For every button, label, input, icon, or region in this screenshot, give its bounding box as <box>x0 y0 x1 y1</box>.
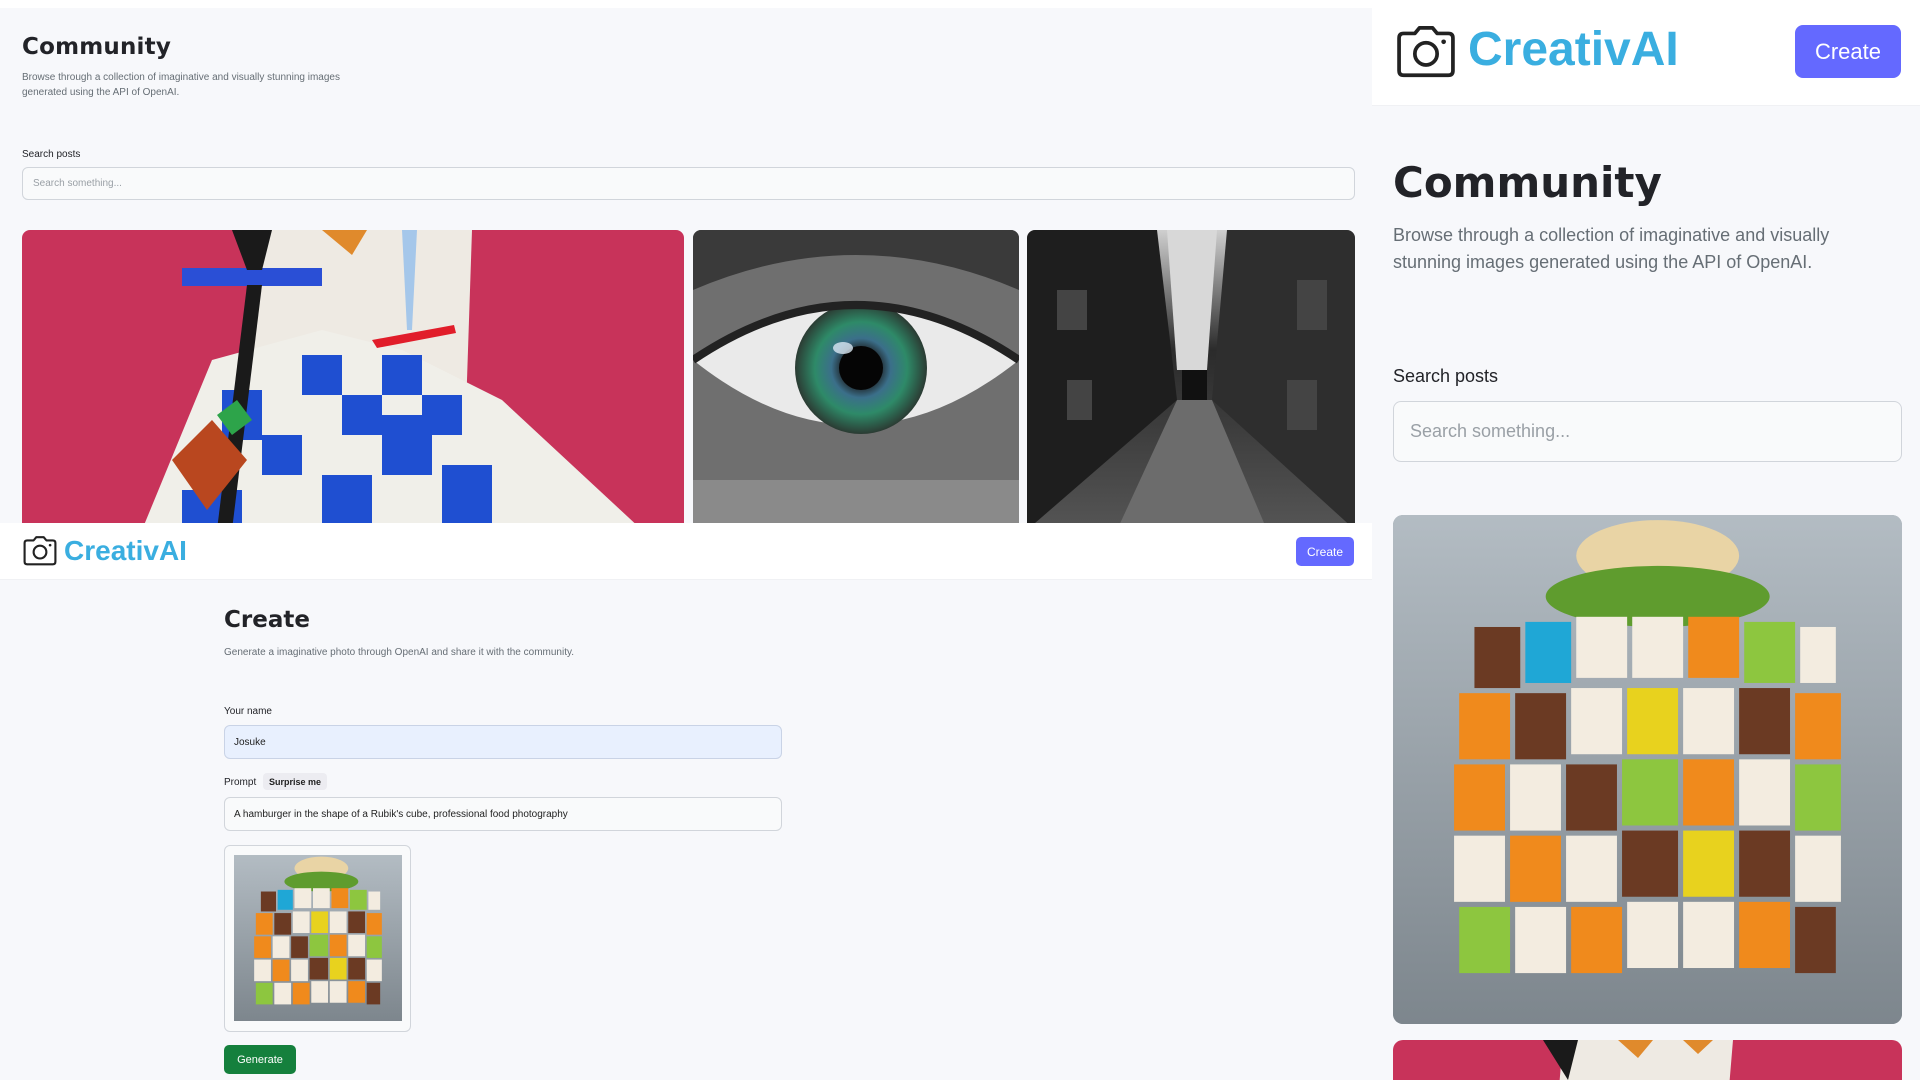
page-subtitle: Browse through a collection of imaginati… <box>22 72 340 98</box>
cubist-portrait-image[interactable] <box>1393 1040 1902 1080</box>
surprise-me-button[interactable]: Surprise me <box>263 773 328 790</box>
page-title: Community <box>1393 158 1662 207</box>
page-subtitle: Browse through a collection of imaginati… <box>1393 225 1830 272</box>
rubik-burger-image[interactable] <box>1393 515 1902 1024</box>
search-input[interactable] <box>22 167 1355 200</box>
camera-icon[interactable] <box>1396 26 1456 78</box>
community-desktop-panel: Community Browse through a collection of… <box>0 8 1372 523</box>
create-button[interactable]: Create <box>1795 25 1901 78</box>
create-desktop-panel: CreativAI Create Create Generate a imagi… <box>0 523 1372 1080</box>
community-mobile-panel: CreativAI Create Community Browse throug… <box>1372 0 1920 1080</box>
cubist-portrait-image[interactable] <box>22 230 684 523</box>
create-button[interactable]: Create <box>1296 537 1354 566</box>
generated-image <box>234 855 402 1021</box>
create-title: Create <box>224 607 310 633</box>
generate-button[interactable]: Generate <box>224 1045 296 1074</box>
search-label: Search posts <box>22 149 81 160</box>
alley-image[interactable] <box>1027 230 1355 523</box>
navbar-mobile: CreativAI Create <box>1372 0 1920 106</box>
name-label: Your name <box>224 706 272 717</box>
image-preview <box>224 845 411 1032</box>
prompt-label: Prompt <box>224 777 257 788</box>
camera-icon[interactable] <box>23 536 57 566</box>
create-subtitle: Generate a imaginative photo through Ope… <box>224 647 575 658</box>
brand-logo-text[interactable]: CreativAI <box>1468 22 1679 77</box>
brand-logo-text[interactable]: CreativAI <box>64 535 187 567</box>
page-title: Community <box>22 34 172 60</box>
search-input[interactable] <box>1393 401 1902 462</box>
prompt-field[interactable] <box>224 797 782 831</box>
search-label: Search posts <box>1393 366 1499 386</box>
name-field[interactable] <box>224 725 782 759</box>
navbar: CreativAI Create <box>0 523 1372 580</box>
eye-closeup-image[interactable] <box>693 230 1019 523</box>
